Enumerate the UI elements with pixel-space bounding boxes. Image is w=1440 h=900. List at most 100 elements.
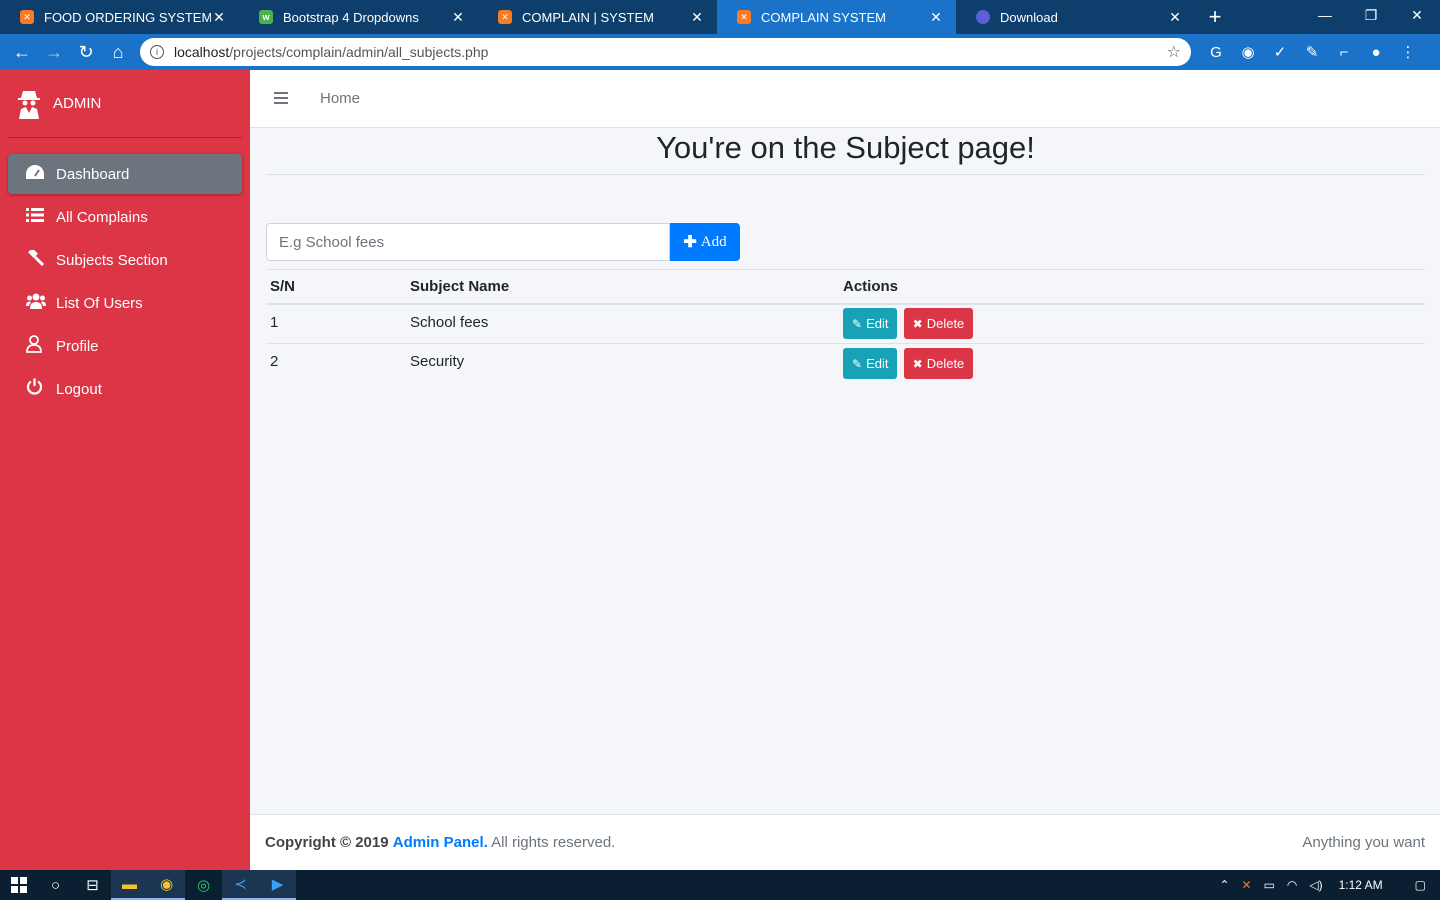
delete-button-label: Delete bbox=[926, 316, 965, 332]
minimize-icon[interactable]: — bbox=[1302, 0, 1348, 30]
sidebar: ADMIN Dashboard All Complains Subjects S… bbox=[0, 70, 250, 870]
menu-dots-icon[interactable]: ⋮ bbox=[1392, 43, 1424, 61]
cell-sn: 2 bbox=[266, 343, 406, 384]
chevron-up-icon[interactable]: ⌃ bbox=[1213, 878, 1235, 892]
cell-subject-name: School fees bbox=[406, 303, 839, 344]
browser-tab-active[interactable]: ✕ COMPLAIN SYSTEM ✕ bbox=[717, 0, 956, 34]
browser-tab[interactable]: w Bootstrap 4 Dropdowns ✕ bbox=[239, 0, 478, 34]
close-icon[interactable]: ✕ bbox=[450, 9, 466, 26]
file-explorer-icon[interactable]: ▬ bbox=[111, 870, 148, 900]
restore-icon[interactable]: ❐ bbox=[1348, 0, 1394, 30]
forward-icon[interactable]: → bbox=[38, 36, 70, 68]
times-icon: ✖ bbox=[912, 356, 923, 371]
wifi-icon[interactable]: ◠ bbox=[1281, 878, 1303, 892]
power-icon bbox=[26, 378, 56, 400]
edit-button[interactable]: ✎ Edit bbox=[843, 308, 898, 340]
tachometer-icon bbox=[26, 164, 56, 184]
gavel-icon bbox=[26, 247, 56, 271]
extension-icon[interactable]: ✓ bbox=[1264, 43, 1296, 61]
vscode-icon[interactable]: ≺ bbox=[222, 870, 259, 900]
edit-button-label: Edit bbox=[866, 356, 889, 372]
hamburger-menu-icon[interactable] bbox=[274, 88, 290, 109]
close-icon[interactable]: ✕ bbox=[211, 9, 227, 26]
sidebar-item-all-complains[interactable]: All Complains bbox=[8, 197, 242, 237]
footer-brand-link[interactable]: Admin Panel. bbox=[393, 834, 488, 851]
whatsapp-icon[interactable]: ◎ bbox=[185, 870, 222, 900]
extension-icon[interactable]: ◉ bbox=[1232, 43, 1264, 61]
edit-icon: ✎ bbox=[852, 356, 863, 371]
extension-icon[interactable]: ⌐ bbox=[1328, 44, 1360, 61]
close-window-icon[interactable]: ✕ bbox=[1394, 0, 1440, 30]
close-icon[interactable]: ✕ bbox=[1167, 9, 1183, 26]
address-bar[interactable]: i localhost/projects/complain/admin/all_… bbox=[140, 38, 1191, 66]
volume-icon[interactable]: ◁) bbox=[1303, 878, 1328, 892]
browser-tab[interactable]: Download ✕ bbox=[956, 0, 1195, 34]
table-header-row: S/N Subject Name Actions bbox=[266, 269, 1425, 305]
tab-title: COMPLAIN | SYSTEM bbox=[522, 9, 654, 25]
sidebar-item-logout[interactable]: Logout bbox=[8, 369, 242, 409]
sidebar-nav: Dashboard All Complains Subjects Section… bbox=[0, 138, 250, 409]
table-row: 1 School fees ✎ Edit ✖ Delete bbox=[266, 303, 1425, 344]
new-tab-button[interactable]: + bbox=[1195, 0, 1235, 34]
translate-icon[interactable]: G bbox=[1200, 44, 1232, 61]
brand[interactable]: ADMIN bbox=[8, 70, 242, 138]
sidebar-item-label: Subjects Section bbox=[56, 251, 168, 269]
browser-toolbar: ← → ↻ ⌂ i localhost/projects/complain/ad… bbox=[0, 34, 1440, 70]
sidebar-item-users[interactable]: List Of Users bbox=[8, 283, 242, 323]
copyright-text: Copyright © 2019 bbox=[265, 834, 389, 851]
bookmark-star-icon[interactable]: ☆ bbox=[1167, 42, 1181, 62]
browser-tab[interactable]: ✕ COMPLAIN | SYSTEM ✕ bbox=[478, 0, 717, 34]
back-icon[interactable]: ← bbox=[6, 36, 38, 68]
sidebar-item-label: Profile bbox=[56, 337, 99, 355]
delete-button[interactable]: ✖ Delete bbox=[903, 308, 974, 340]
close-icon[interactable]: ✕ bbox=[689, 9, 705, 26]
add-button[interactable]: ✚ Add bbox=[670, 223, 740, 261]
windows-start-icon[interactable] bbox=[0, 870, 37, 900]
notifications-icon[interactable]: ▢ bbox=[1401, 878, 1440, 892]
column-header-sn: S/N bbox=[266, 269, 406, 305]
cell-sn: 1 bbox=[266, 303, 406, 344]
xampp-icon: ✕ bbox=[737, 10, 751, 24]
info-icon[interactable]: i bbox=[150, 45, 164, 59]
windows-taskbar: ○ ⊟ ▬ ◉ ◎ ≺ ▶ ⌃ ✕ ▭ ◠ ◁) 1:12 AM ▢ bbox=[0, 870, 1440, 900]
xampp-tray-icon[interactable]: ✕ bbox=[1236, 878, 1258, 892]
window-controls: — ❐ ✕ bbox=[1302, 0, 1440, 30]
plus-icon: ✚ bbox=[683, 234, 697, 251]
chrome-icon[interactable]: ◉ bbox=[148, 870, 185, 900]
media-player-icon[interactable]: ▶ bbox=[259, 870, 296, 900]
battery-icon[interactable]: ▭ bbox=[1258, 878, 1281, 892]
add-button-label: Add bbox=[700, 233, 727, 250]
top-navbar: Home bbox=[250, 70, 1440, 128]
sidebar-item-label: Dashboard bbox=[56, 165, 130, 183]
delete-button[interactable]: ✖ Delete bbox=[903, 348, 974, 380]
add-subject-form: ✚ Add bbox=[266, 223, 740, 261]
clock[interactable]: 1:12 AM bbox=[1329, 878, 1401, 892]
cortana-icon[interactable]: ○ bbox=[37, 870, 74, 900]
sidebar-item-label: Logout bbox=[56, 380, 102, 398]
browser-tab[interactable]: ✕ FOOD ORDERING SYSTEM ✕ bbox=[0, 0, 239, 34]
edit-button[interactable]: ✎ Edit bbox=[843, 348, 898, 380]
extensions-bar: G ◉ ✓ ✎ ⌐ ● ⋮ bbox=[1200, 34, 1424, 70]
xampp-icon: ✕ bbox=[498, 10, 512, 24]
url-host: localhost bbox=[174, 44, 230, 60]
close-icon[interactable]: ✕ bbox=[928, 9, 944, 26]
sidebar-item-profile[interactable]: Profile bbox=[8, 326, 242, 366]
tab-title: Download bbox=[1000, 9, 1058, 25]
globe-icon bbox=[976, 10, 990, 24]
subjects-table: S/N Subject Name Actions 1 School fees ✎… bbox=[266, 269, 1425, 384]
sidebar-item-label: List Of Users bbox=[56, 294, 143, 312]
account-icon[interactable]: ● bbox=[1360, 44, 1392, 61]
home-icon[interactable]: ⌂ bbox=[102, 36, 134, 68]
edit-button-label: Edit bbox=[866, 316, 889, 332]
reload-icon[interactable]: ↻ bbox=[70, 36, 102, 68]
url-path: /projects/complain/admin/all_subjects.ph… bbox=[229, 44, 489, 60]
sidebar-item-subjects[interactable]: Subjects Section bbox=[8, 240, 242, 280]
user-icon bbox=[26, 334, 56, 358]
subject-name-input[interactable] bbox=[266, 223, 670, 261]
home-link[interactable]: Home bbox=[320, 90, 360, 107]
extension-icon[interactable]: ✎ bbox=[1296, 43, 1328, 61]
w3-icon: w bbox=[259, 10, 273, 24]
task-view-icon[interactable]: ⊟ bbox=[74, 870, 111, 900]
column-header-actions: Actions bbox=[839, 269, 1425, 305]
sidebar-item-dashboard[interactable]: Dashboard bbox=[8, 154, 242, 194]
